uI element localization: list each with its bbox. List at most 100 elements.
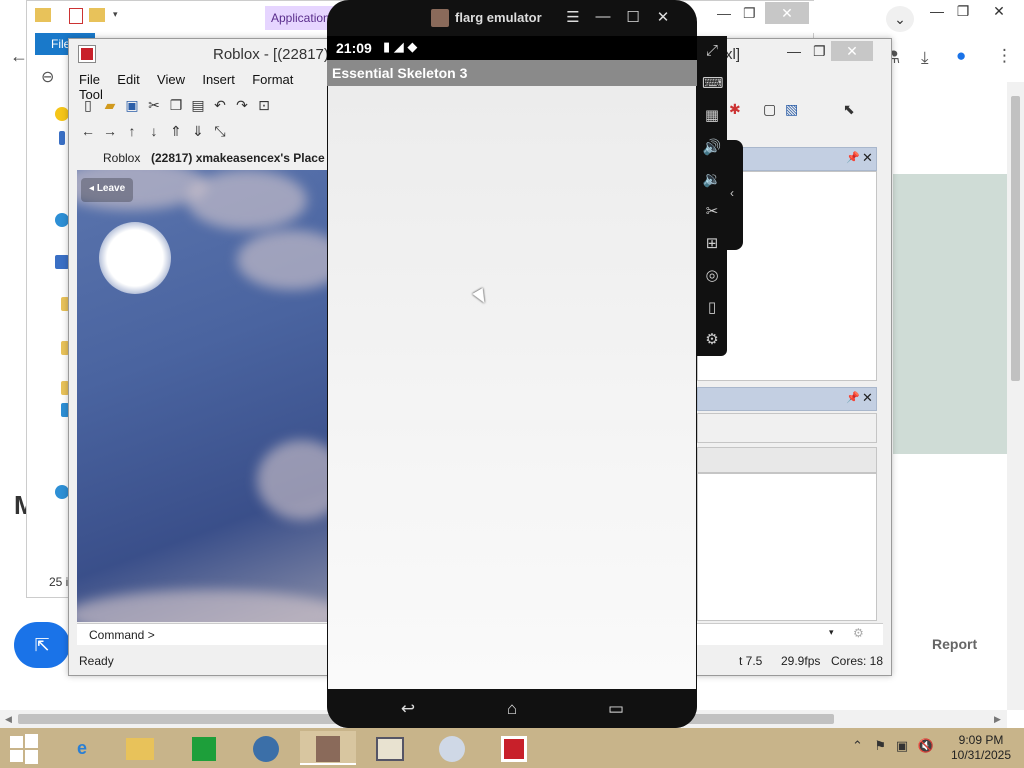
volume-up-icon[interactable]: 🔊 [702, 138, 722, 156]
sidebar-collapse-tab[interactable]: ‹ [727, 140, 743, 250]
explorer-maximize-button[interactable]: ❐ [743, 5, 756, 22]
save-icon[interactable]: ▣ [121, 97, 143, 114]
scroll-left-icon[interactable]: ◀ [5, 714, 12, 725]
explorer-back-icon[interactable]: ⊖ [41, 67, 54, 87]
network-icon[interactable] [55, 485, 69, 499]
select-cursor-icon[interactable]: ⬉ [843, 101, 855, 118]
start-button[interactable] [8, 734, 40, 764]
back-nav-icon[interactable]: ↩ [393, 699, 423, 719]
panel-close-icon[interactable]: ✕ [862, 150, 873, 166]
pin-icon[interactable]: 📌 [846, 391, 860, 404]
more-vert-icon[interactable]: ⋮ [996, 46, 1013, 66]
media-player-icon[interactable] [424, 731, 480, 765]
store-icon[interactable] [176, 731, 232, 765]
nav-item-icon[interactable] [59, 131, 65, 145]
scissors-icon[interactable]: ✂ [702, 202, 722, 220]
leave-button[interactable]: ◂ Leave [81, 178, 134, 202]
file-explorer-icon[interactable] [112, 731, 168, 765]
explorer-minimize-button[interactable]: — [717, 5, 731, 21]
emulator-maximize-button[interactable]: ☐ [623, 8, 643, 26]
game-viewport[interactable]: ◂ Leave [77, 170, 331, 622]
customize-dropdown-icon[interactable]: ▾ [113, 9, 118, 20]
scroll-right-icon[interactable]: ▶ [994, 714, 1001, 725]
open-folder-icon[interactable]: ▰ [99, 97, 121, 114]
report-button[interactable]: Report [932, 636, 977, 652]
emulator-close-button[interactable]: ✕ [653, 8, 673, 26]
location-icon[interactable]: ◎ [702, 266, 722, 284]
terrain-icon[interactable]: ▧ [785, 101, 798, 118]
move-bottom-icon[interactable]: ⇓ [187, 123, 209, 140]
browser-maximize-button[interactable]: ❐ [948, 0, 978, 22]
menu-format[interactable]: Format [252, 72, 293, 87]
news-app-icon[interactable] [362, 731, 418, 765]
move-down-icon[interactable]: ↓ [143, 123, 165, 139]
add-window-icon[interactable]: ⊞ [702, 234, 722, 252]
browser-close-button[interactable]: ✕ [984, 0, 1014, 22]
keyboard-icon[interactable]: ⌨ [702, 74, 724, 92]
emulator-minimize-button[interactable]: — [593, 8, 613, 25]
command-dropdown-icon[interactable]: ▾ [829, 627, 834, 638]
tab-place[interactable]: (22817) xmakeasencex's Place ( [151, 151, 332, 165]
move-left-icon[interactable]: ← [77, 123, 99, 139]
favorites-star-icon[interactable] [55, 107, 69, 121]
home-nav-icon[interactable]: ⌂ [497, 699, 527, 719]
fullscreen-icon[interactable]: ⤢ [702, 42, 722, 59]
resize-icon[interactable]: ⤡ [209, 123, 231, 140]
download-icon[interactable]: ⤓ [921, 48, 929, 68]
open-external-button[interactable]: ⇱ [14, 622, 70, 668]
network-tray-icon[interactable]: ▣ [896, 738, 908, 753]
apk-icon[interactable]: ▦ [702, 106, 722, 124]
emulator-screen[interactable] [328, 86, 696, 689]
tab-search-button[interactable]: ⌄ [886, 6, 914, 32]
taskbar-clock[interactable]: 9:09 PM 10/31/2025 [946, 733, 1016, 763]
menu-edit[interactable]: Edit [117, 72, 139, 87]
roblox-icon[interactable] [486, 731, 542, 765]
properties-panel-toolbar [697, 447, 877, 473]
browser-vertical-scrollbar[interactable] [1007, 82, 1024, 710]
select-box-icon[interactable]: ▢ [763, 101, 776, 118]
properties-icon[interactable] [69, 8, 83, 24]
profile-icon[interactable]: ● [956, 46, 966, 66]
hamburger-menu-icon[interactable]: ☰ [563, 8, 583, 26]
studio-maximize-button[interactable]: ❐ [813, 43, 826, 60]
settings-icon[interactable]: ⚙ [702, 330, 722, 348]
action-center-flag-icon[interactable]: ⚑ [875, 738, 887, 753]
pin-icon[interactable]: 📌 [846, 151, 860, 164]
panel-close-icon[interactable]: ✕ [862, 390, 873, 406]
volume-down-icon[interactable]: 🔉 [702, 170, 722, 188]
folder-icon[interactable] [35, 8, 51, 22]
group-icon[interactable]: ⊡ [253, 97, 275, 114]
cut-icon[interactable]: ✂ [143, 97, 165, 114]
move-right-icon[interactable]: → [99, 123, 121, 139]
menu-file[interactable]: File [79, 72, 100, 87]
command-settings-icon[interactable]: ⚙ [853, 626, 864, 640]
this-pc-icon[interactable] [55, 255, 69, 269]
emulator-app-icon [431, 9, 449, 27]
network-icon[interactable] [55, 213, 69, 227]
move-top-icon[interactable]: ⇑ [165, 123, 187, 140]
globe-app-icon[interactable] [238, 731, 294, 765]
undo-icon[interactable]: ↶ [209, 97, 231, 114]
vibrate-icon[interactable]: ▯ [702, 298, 722, 316]
windows-taskbar: e ⌃ ⚑ ▣ 🔇 9:09 PM 10/31/2025 [0, 728, 1024, 768]
new-file-icon[interactable]: ▯ [77, 97, 99, 114]
system-tray: ⌃ ⚑ ▣ 🔇 [852, 738, 934, 754]
studio-minimize-button[interactable]: — [787, 43, 801, 59]
recents-nav-icon[interactable]: ▭ [601, 699, 631, 719]
menu-view[interactable]: View [157, 72, 185, 87]
menu-insert[interactable]: Insert [202, 72, 235, 87]
studio-close-button[interactable]: ✕ [831, 41, 873, 61]
transform-icon[interactable]: ✱ [729, 101, 741, 118]
internet-explorer-icon[interactable]: e [54, 731, 110, 765]
vertical-scroll-thumb[interactable] [1011, 96, 1020, 381]
explorer-close-button[interactable]: ✕ [765, 2, 809, 24]
move-up-icon[interactable]: ↑ [121, 123, 143, 139]
volume-muted-icon[interactable]: 🔇 [918, 738, 934, 753]
tab-roblox[interactable]: Roblox [103, 151, 140, 165]
redo-icon[interactable]: ↷ [231, 97, 253, 114]
copy-icon[interactable]: ❐ [165, 97, 187, 114]
flarg-emulator-icon[interactable] [300, 731, 356, 765]
paste-icon[interactable]: ▤ [187, 97, 209, 114]
show-hidden-icons-icon[interactable]: ⌃ [852, 738, 863, 753]
new-folder-icon[interactable] [89, 8, 105, 22]
